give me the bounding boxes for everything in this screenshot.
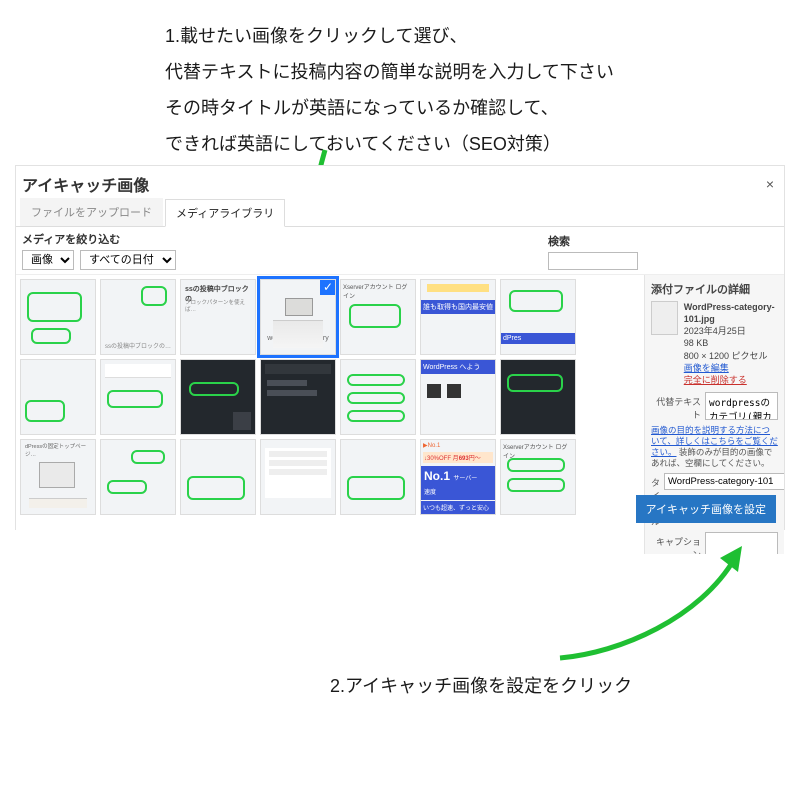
details-heading: 添付ファイルの詳細 <box>651 281 778 297</box>
media-thumb[interactable] <box>180 359 256 435</box>
featured-image-modal: アイキャッチ画像 × ファイルをアップロード メディアライブラリ メディアを絞り… <box>15 165 785 530</box>
media-thumb[interactable]: Xserverアカウント ログイン <box>500 439 576 515</box>
details-dimensions: 800 × 1200 ピクセル <box>684 350 778 362</box>
filter-date-select[interactable]: すべての日付 <box>80 250 176 270</box>
caption-label: キャプション <box>651 532 701 554</box>
close-icon[interactable]: × <box>766 176 774 192</box>
search-input[interactable] <box>548 252 638 270</box>
alt-text-label: 代替テキスト <box>651 392 701 421</box>
media-thumb[interactable]: ▶No.1 ↓30%OFF 月693円～ No.1 サーバー速度 いつも超速、ず… <box>420 439 496 515</box>
alt-text-input[interactable]: wordpressのカテゴリ(親カテゴリ・子カ <box>705 392 778 420</box>
media-thumb[interactable]: ssの投稿中ブロックの ブロックパターンを使えば… <box>180 279 256 355</box>
annot1-l1: 1.載せたい画像をクリックして選び、 <box>165 26 467 46</box>
annot1-l3: その時タイトルが英語になっているか確認して、 <box>165 98 559 118</box>
media-thumb[interactable]: ssの投稿中ブロックの… <box>100 279 176 355</box>
annotation-step-1: 1.載せたい画像をクリックして選び、 代替テキストに投稿内容の簡単な説明を入力し… <box>165 18 765 162</box>
tab-upload[interactable]: ファイルをアップロード <box>20 198 163 226</box>
alt-text-help: 画像の目的を説明する方法について、詳しくはこちらをご覧ください。 装飾のみが目的… <box>651 425 778 469</box>
details-filesize: 98 KB <box>684 337 778 349</box>
media-thumb[interactable] <box>100 439 176 515</box>
media-thumb[interactable] <box>100 359 176 435</box>
media-grid[interactable]: ssの投稿中ブロックの… ssの投稿中ブロックの ブロックパターンを使えば… w… <box>16 275 644 554</box>
delete-permanently-link[interactable]: 完全に削除する <box>684 374 778 386</box>
media-thumb[interactable] <box>20 279 96 355</box>
media-thumb[interactable] <box>260 359 336 435</box>
annot1-l2: 代替テキストに投稿内容の簡単な説明を入力して下さい <box>165 62 614 82</box>
media-thumb[interactable] <box>260 439 336 515</box>
media-thumb[interactable] <box>340 359 416 435</box>
media-thumb[interactable] <box>340 439 416 515</box>
filter-label: メディアを絞り込む <box>22 231 176 247</box>
details-filename: WordPress-category-101.jpg <box>684 301 778 325</box>
modal-tabs: ファイルをアップロード メディアライブラリ <box>16 198 784 227</box>
set-featured-image-button[interactable]: アイキャッチ画像を設定 <box>636 495 776 523</box>
search-label: 検索 <box>548 233 638 249</box>
details-thumbnail <box>651 301 678 335</box>
media-thumb[interactable]: dPres <box>500 279 576 355</box>
media-thumb[interactable] <box>180 439 256 515</box>
caption-input[interactable] <box>705 532 778 554</box>
filter-type-select[interactable]: 画像 <box>22 250 74 270</box>
annot1-l4: できれば英語にしておいてください（SEO対策） <box>165 134 561 154</box>
media-thumb[interactable] <box>20 359 96 435</box>
title-input[interactable] <box>664 473 784 490</box>
media-thumb[interactable] <box>500 359 576 435</box>
details-meta: WordPress-category-101.jpg 2023年4月25日 98… <box>684 301 778 386</box>
edit-image-link[interactable]: 画像を編集 <box>684 362 778 374</box>
filter-group: メディアを絞り込む 画像 すべての日付 <box>22 231 176 270</box>
details-date: 2023年4月25日 <box>684 325 778 337</box>
modal-title: アイキャッチ画像 <box>22 172 149 196</box>
media-thumb[interactable]: Xserverアカウント ログイン <box>340 279 416 355</box>
tab-media-library[interactable]: メディアライブラリ <box>165 199 285 227</box>
search-group: 検索 <box>548 233 638 270</box>
annotation-step-2: 2.アイキャッチ画像を設定をクリック <box>330 668 632 704</box>
media-thumb[interactable]: 誰も取得も国内最安値 <box>420 279 496 355</box>
media-thumb[interactable]: WordPress へよう <box>420 359 496 435</box>
media-thumb-selected[interactable]: wordpress-category ✓ <box>260 279 336 355</box>
media-thumb[interactable]: dPressの固定トップページ… <box>20 439 96 515</box>
checkmark-icon: ✓ <box>320 279 336 295</box>
